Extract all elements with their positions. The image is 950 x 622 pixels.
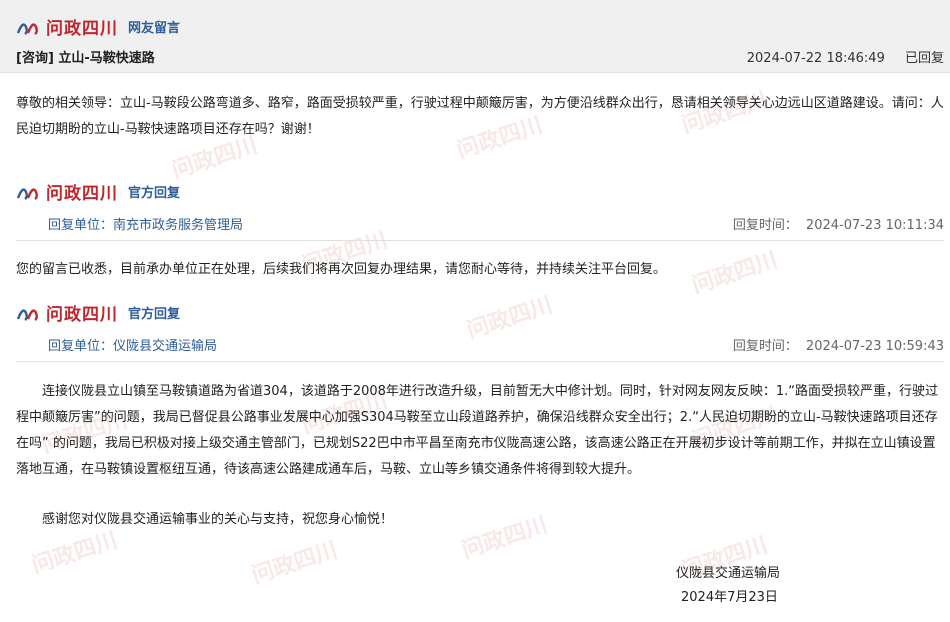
reply2-info-row: 回复单位：仪陇县交通运输局 回复时间： 2024-07-23 10:59:43 bbox=[16, 331, 944, 362]
reply-unit: 回复单位：仪陇县交通运输局 bbox=[48, 335, 217, 354]
reply-time-value: 2024-07-23 10:59:43 bbox=[805, 339, 944, 354]
sichuan-logo-icon bbox=[16, 187, 38, 200]
sichuan-logo-icon bbox=[16, 22, 38, 35]
signature: 仪陇县交通运输局 bbox=[676, 566, 781, 581]
reply1-brand: 问政四川 官方回复 bbox=[16, 179, 180, 204]
question-title: [咨询] 立山-马鞍快速路 bbox=[16, 51, 155, 66]
reply2-content-paragraph: 连接仪陇县立山镇至马鞍镇道路为省道304，该道路于2008年进行改造升级，目前暂… bbox=[16, 384, 939, 477]
status-badge: 已回复 bbox=[904, 51, 944, 66]
reply-time: 回复时间： 2024-07-23 10:59:43 bbox=[733, 335, 944, 354]
reply-time-label: 回复时间： bbox=[732, 218, 798, 233]
watermark-logo: 问政四川 bbox=[249, 537, 341, 589]
question-meta: 2024-07-22 18:46:49 已回复 bbox=[731, 47, 944, 66]
reply-unit-name: 南充市政务服务管理局 bbox=[113, 218, 244, 233]
question-datetime: 2024-07-22 18:46:49 bbox=[746, 51, 885, 66]
reply2-brand: 问政四川 官方回复 bbox=[16, 300, 180, 325]
sichuan-logo-icon bbox=[16, 308, 38, 321]
reply-unit-label: 回复单位： bbox=[48, 218, 114, 233]
question-tag: 网友留言 bbox=[128, 21, 181, 36]
brand-name: 问政四川 bbox=[46, 184, 118, 204]
reply-unit-label: 回复单位： bbox=[48, 339, 114, 354]
reply-tag: 官方回复 bbox=[128, 307, 181, 322]
reply1-content: 您的留言已收悉，目前承办单位正在处理，后续我们将再次回复办理结果，请您耐心等待，… bbox=[16, 262, 667, 277]
reply-unit-name: 仪陇县交通运输局 bbox=[113, 339, 218, 354]
question-brand: 问政四川 网友留言 bbox=[16, 14, 180, 39]
reply2-closing-paragraph: 感谢您对仪陇县交通运输事业的关心与支持，祝您身心愉悦！ bbox=[42, 512, 394, 527]
reply-time-label: 回复时间： bbox=[732, 339, 798, 354]
reply-time-value: 2024-07-23 10:11:34 bbox=[805, 218, 944, 233]
reply-tag: 官方回复 bbox=[128, 186, 181, 201]
brand-name: 问政四川 bbox=[46, 305, 118, 325]
question-content: 尊敬的相关领导：立山-马鞍段公路弯道多、路窄，路面受损较严重，行驶过程中颠簸厉害… bbox=[16, 96, 944, 137]
reply-unit: 回复单位：南充市政务服务管理局 bbox=[48, 214, 243, 233]
sign-date: 2024年7月23日 bbox=[681, 590, 778, 605]
reply1-info-row: 回复单位：南充市政务服务管理局 回复时间： 2024-07-23 10:11:34 bbox=[16, 210, 944, 241]
reply-time: 回复时间： 2024-07-23 10:11:34 bbox=[733, 214, 944, 233]
brand-name: 问政四川 bbox=[46, 19, 118, 39]
